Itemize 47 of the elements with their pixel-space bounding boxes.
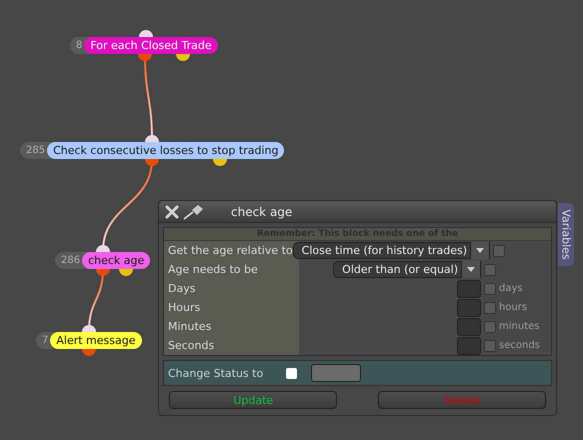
variables-tab[interactable]: Variables xyxy=(558,203,574,266)
output-port[interactable] xyxy=(96,269,110,276)
dialog-title: check age xyxy=(231,204,292,218)
dropdown[interactable]: Older than (or equal) xyxy=(333,261,481,278)
checkbox[interactable] xyxy=(484,282,496,294)
input-port[interactable] xyxy=(82,325,96,332)
block-label[interactable]: Check consecutive losses to stop trading xyxy=(47,142,284,159)
output-port[interactable] xyxy=(119,269,133,276)
input-port[interactable] xyxy=(96,245,110,252)
field-label: Age needs to be xyxy=(167,263,259,276)
output-port[interactable] xyxy=(176,54,190,61)
field-label: Days xyxy=(167,282,196,295)
block-label[interactable]: Alert message xyxy=(50,332,142,349)
input-port[interactable] xyxy=(139,30,153,37)
unit-label: seconds xyxy=(499,340,540,351)
close-icon[interactable] xyxy=(165,204,179,218)
number-field[interactable] xyxy=(457,336,481,354)
field-label: Seconds xyxy=(167,339,216,352)
output-port[interactable] xyxy=(82,349,96,356)
block-label[interactable]: check age xyxy=(82,252,150,269)
field-label: Get the age relative to xyxy=(167,244,293,257)
checkbox[interactable] xyxy=(286,368,297,378)
output-port[interactable] xyxy=(145,159,159,166)
field-label: Minutes xyxy=(167,320,212,333)
number-field[interactable] xyxy=(457,298,481,316)
field-label: Hours xyxy=(167,301,202,314)
output-port[interactable] xyxy=(213,159,227,166)
caret-icon xyxy=(467,267,475,272)
dropdown[interactable]: Close time (for history trades) xyxy=(292,242,490,259)
checkbox[interactable] xyxy=(493,244,506,256)
caret-icon xyxy=(476,248,484,253)
pin-icon[interactable] xyxy=(183,204,205,220)
block-label[interactable]: For each Closed Trade xyxy=(84,37,218,54)
checkbox[interactable] xyxy=(484,302,496,314)
output-port[interactable] xyxy=(138,54,152,61)
unit-label: minutes xyxy=(499,321,540,332)
status-label: Change Status to xyxy=(167,366,264,380)
checkbox[interactable] xyxy=(484,320,496,332)
checkbox[interactable] xyxy=(484,264,496,276)
unit-label: days xyxy=(499,283,523,294)
number-field[interactable] xyxy=(457,280,481,298)
input-port[interactable] xyxy=(145,135,159,142)
checkbox[interactable] xyxy=(484,340,496,352)
unit-label: hours xyxy=(499,302,528,313)
number-field[interactable] xyxy=(457,318,481,336)
update-button[interactable]: Update xyxy=(169,391,338,409)
status-field[interactable] xyxy=(311,364,361,382)
